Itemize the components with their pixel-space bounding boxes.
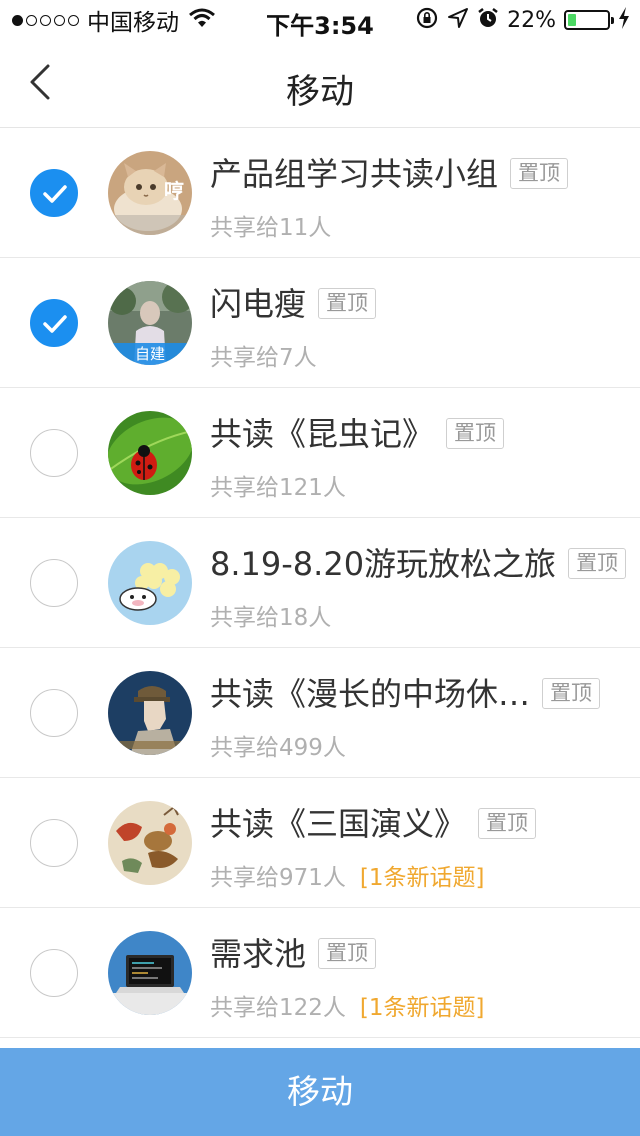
avatar	[108, 671, 192, 755]
group-name-text: 产品组学习共读小组	[210, 155, 499, 193]
list-item[interactable]: 共读《三国演义》 置顶 共享给971人 [1条新话题]	[0, 778, 640, 908]
list-item[interactable]: 共读《漫长的中场休… 置顶 共享给499人	[0, 648, 640, 778]
battery-icon	[564, 10, 614, 30]
share-count: 共享给121人	[210, 468, 346, 502]
pin-tag: 置顶	[568, 548, 627, 579]
location-arrow-icon	[447, 7, 469, 33]
list-item[interactable]: 需求池 置顶 共享给122人 [1条新话题]	[0, 908, 640, 1038]
group-name: 需求池 置顶	[210, 934, 377, 974]
avatar-overlay-text: 哼	[164, 179, 184, 203]
share-count-text: 共享给7人	[210, 345, 317, 371]
list-item[interactable]: 哼 产品组学习共读小组 置顶 共享给11人	[0, 128, 640, 258]
group-list: 哼 产品组学习共读小组 置顶 共享给11人 自建 闪电瘦 置顶 共享给7人 共读…	[0, 128, 640, 1048]
pin-tag: 置顶	[478, 808, 537, 839]
avatar: 哼	[108, 151, 192, 235]
new-topic-badge: [1条新话题]	[359, 865, 485, 891]
group-name-text: 共读《漫长的中场休…	[210, 675, 531, 713]
new-topic-badge: [1条新话题]	[359, 995, 485, 1021]
share-count-text: 共享给122人	[210, 995, 346, 1021]
group-name: 8.19-8.20游玩放松之旅 置顶	[210, 544, 627, 584]
checkmark-icon	[43, 315, 67, 333]
select-checkbox[interactable]	[30, 429, 78, 477]
list-item[interactable]: 共读《昆虫记》 置顶 共享给121人	[0, 388, 640, 518]
status-bar: 中国移动 下午3:54 22%	[0, 0, 640, 40]
charging-bolt-icon	[618, 7, 630, 33]
avatar	[108, 801, 192, 885]
group-name: 共读《三国演义》 置顶	[210, 804, 537, 844]
group-name-text: 共读《昆虫记》	[210, 415, 435, 453]
share-count: 共享给499人	[210, 728, 346, 762]
group-name-text: 闪电瘦	[210, 285, 307, 323]
share-count-text: 共享给971人	[210, 865, 346, 891]
list-item[interactable]: 自建 闪电瘦 置顶 共享给7人	[0, 258, 640, 388]
share-count-text: 共享给11人	[210, 215, 332, 241]
select-checkbox-checked[interactable]	[30, 299, 78, 347]
group-name-text: 共读《三国演义》	[210, 805, 467, 843]
share-count-text: 共享给499人	[210, 735, 346, 761]
avatar	[108, 931, 192, 1015]
orientation-lock-icon	[415, 6, 439, 34]
checkmark-icon	[43, 185, 67, 203]
pin-tag: 置顶	[318, 288, 377, 319]
select-checkbox[interactable]	[30, 819, 78, 867]
select-checkbox[interactable]	[30, 689, 78, 737]
page-title: 移动	[286, 72, 354, 112]
pin-tag: 置顶	[542, 678, 601, 709]
battery-percent: 22%	[507, 7, 556, 33]
pin-tag: 置顶	[318, 938, 377, 969]
select-checkbox-checked[interactable]	[30, 169, 78, 217]
share-count: 共享给971人 [1条新话题]	[210, 858, 485, 892]
self-built-badge: 自建	[108, 343, 192, 365]
share-count: 共享给18人	[210, 598, 331, 632]
group-name-text: 8.19-8.20游玩放松之旅	[210, 545, 557, 583]
move-button[interactable]: 移动	[0, 1048, 640, 1136]
share-count-text: 共享给121人	[210, 475, 346, 501]
group-name: 共读《漫长的中场休… 置顶	[210, 674, 601, 714]
group-name: 闪电瘦 置顶	[210, 284, 377, 324]
alarm-icon	[477, 7, 499, 33]
pin-tag: 置顶	[510, 158, 569, 189]
avatar	[108, 411, 192, 495]
group-name: 共读《昆虫记》 置顶	[210, 414, 505, 454]
share-count-text: 共享给18人	[210, 605, 332, 631]
share-count: 共享给122人 [1条新话题]	[210, 988, 485, 1022]
status-right: 22%	[415, 6, 630, 34]
share-count: 共享给11人	[210, 208, 331, 242]
nav-bar: 移动	[0, 40, 640, 128]
group-name: 产品组学习共读小组 置顶	[210, 154, 569, 194]
share-count: 共享给7人	[210, 338, 317, 372]
list-item[interactable]: 8.19-8.20游玩放松之旅 置顶 共享给18人	[0, 518, 640, 648]
pin-tag: 置顶	[446, 418, 505, 449]
group-name-text: 需求池	[210, 935, 307, 973]
select-checkbox[interactable]	[30, 949, 78, 997]
avatar	[108, 541, 192, 625]
select-checkbox[interactable]	[30, 559, 78, 607]
avatar: 自建	[108, 281, 192, 365]
